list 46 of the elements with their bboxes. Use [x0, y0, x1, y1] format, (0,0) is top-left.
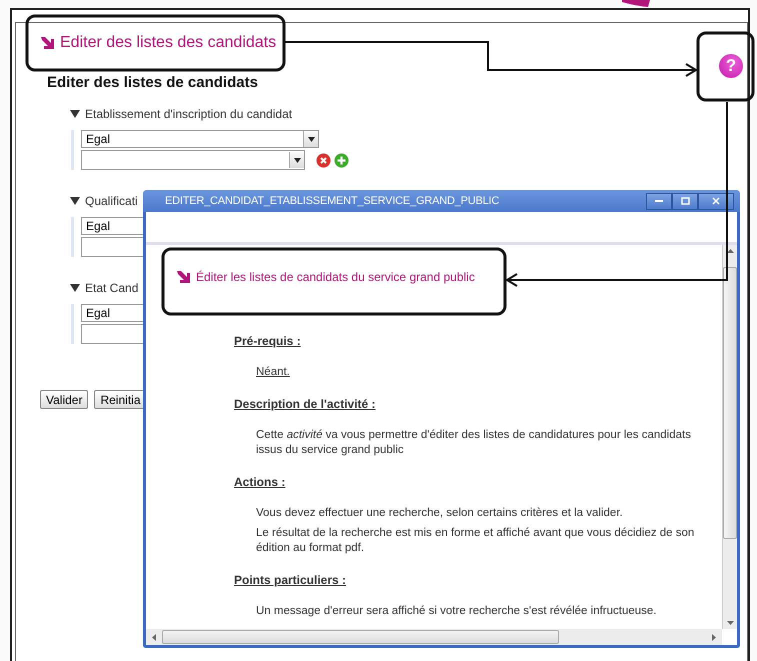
expand-triangle-icon[interactable] — [69, 195, 81, 207]
expand-triangle-icon[interactable] — [69, 108, 81, 120]
value-select[interactable] — [81, 324, 145, 344]
caret-icon — [294, 158, 300, 162]
operator-select[interactable]: Egal — [81, 217, 145, 235]
validate-button[interactable]: Valider — [40, 390, 88, 409]
add-icon[interactable] — [334, 152, 349, 168]
close-icon — [712, 197, 720, 205]
header-link[interactable]: Editer des listes des candidats — [60, 34, 276, 52]
value-select[interactable] — [81, 237, 145, 257]
criterion-label: Etat Cand — [85, 281, 138, 295]
criterion-label: Etablissement d'inscription du candidat — [85, 107, 292, 121]
scroll-left-icon[interactable] — [152, 634, 156, 640]
arrow-icon — [176, 270, 192, 284]
maximize-icon — [680, 197, 690, 205]
caret-icon — [308, 136, 314, 142]
callout-box — [696, 32, 754, 102]
minimize-button[interactable] — [646, 192, 672, 210]
window-title: EDITER_CANDIDAT_ETABLISSEMENT_SERVICE_GRAND_PUBLIC — [165, 195, 500, 207]
operator-select[interactable]: Egal — [81, 304, 145, 322]
help-link[interactable]: Éditer les listes de candidats du service grand public — [196, 270, 475, 284]
section-heading: Pré-requis : — [234, 333, 302, 349]
tab-shape — [622, 0, 650, 7]
horizontal-scrollbar[interactable] — [146, 629, 722, 645]
paragraph: Cette activité va vous permettre d'éditer des listes de candidatures pour les candidats issus du service grand public — [256, 428, 692, 458]
minimize-icon — [655, 200, 663, 202]
section-heading: Points particuliers : — [234, 572, 348, 588]
paragraph: Un message d'erreur sera affiché si votre recherche s'est révélée infructueuse. — [256, 604, 658, 619]
paragraph: Le résultat de la recherche est mis en forme et affiché avant que vous décidiez de son édition au format pdf. — [256, 526, 696, 556]
expand-triangle-icon[interactable] — [69, 282, 81, 294]
criterion-label: Qualificati — [85, 194, 138, 208]
section-heading: Description de l'activité : — [234, 396, 377, 412]
maximize-button[interactable] — [672, 192, 698, 210]
paragraph: Néant. — [256, 365, 291, 380]
scroll-up-icon[interactable] — [726, 249, 734, 253]
page-heading: Editer des listes de candidats — [47, 73, 259, 92]
vertical-scrollbar[interactable] — [722, 245, 737, 629]
scroll-down-icon[interactable] — [726, 621, 734, 625]
value-select[interactable] — [81, 150, 305, 170]
section-heading: Actions : — [234, 474, 286, 490]
arrow-icon — [40, 36, 56, 50]
remove-icon[interactable] — [316, 152, 331, 168]
operator-select[interactable]: Egal — [81, 130, 319, 148]
close-button[interactable] — [698, 192, 734, 210]
paragraph: Vous devez effectuer une recherche, selon certains critères et la valider. — [256, 506, 624, 521]
scroll-right-icon[interactable] — [712, 634, 716, 640]
